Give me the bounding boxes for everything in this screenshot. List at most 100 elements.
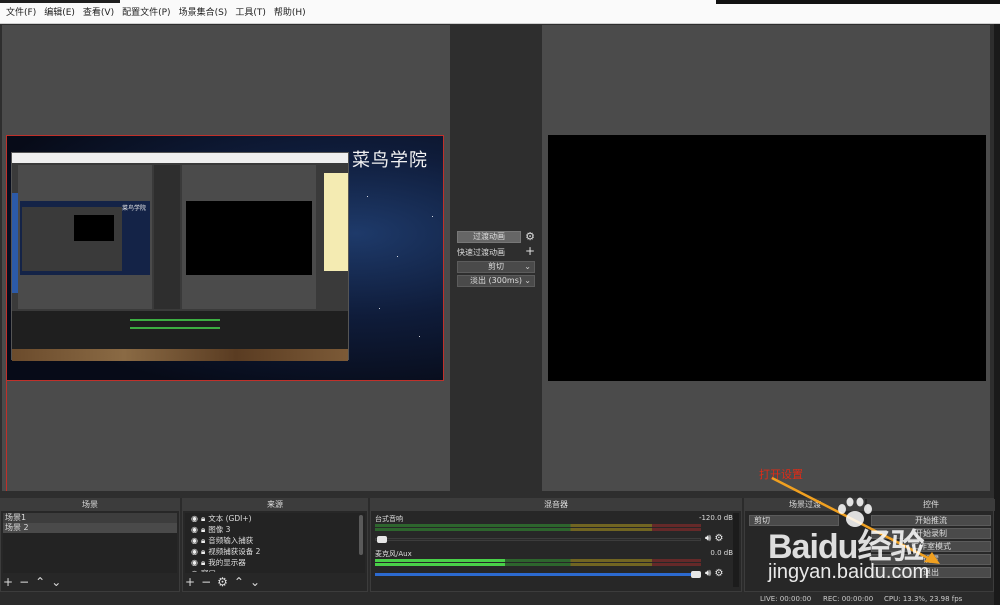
sources-toolbar: + − ⚙ ⌃ ⌄	[185, 575, 365, 589]
star	[367, 196, 368, 197]
chevron-down-icon: ⌄	[524, 276, 531, 285]
source-item[interactable]: ◉ 🔒︎ 视频捕获设备 2	[185, 546, 365, 557]
menu-profile[interactable]: 配置文件(P)	[118, 5, 174, 18]
overlay-title: 菜鸟学院	[352, 150, 428, 171]
eye-icon[interactable]: ◉	[191, 535, 198, 546]
chevron-down-icon[interactable]: ⌄	[250, 575, 260, 589]
lock-icon[interactable]: 🔒︎	[201, 546, 205, 557]
lock-icon[interactable]: 🔒︎	[201, 535, 205, 546]
sources-title: 来源	[183, 499, 367, 511]
scenes-list: 场景1 场景 2	[3, 513, 177, 573]
scene-transition-title: 场景过渡	[745, 499, 865, 511]
source-item[interactable]: ◉ 🔒︎ 我的显示器	[185, 557, 365, 568]
transition-button[interactable]: 过渡动画	[457, 231, 521, 243]
nested-taskbar	[12, 349, 348, 361]
volume-slider-handle[interactable]	[377, 536, 387, 543]
source-item[interactable]: ◉ 🔒︎ 图像 3	[185, 524, 365, 535]
volume-meter	[375, 528, 701, 531]
sources-scrollbar[interactable]	[359, 515, 363, 555]
transition-type-select[interactable]: 剪切 ⌄	[457, 261, 535, 273]
channel-db: 0.0 dB	[710, 549, 733, 557]
eye-icon[interactable]: ◉	[191, 557, 198, 568]
minus-icon[interactable]: −	[201, 575, 211, 589]
scene-transition-select[interactable]: 剪切	[749, 515, 839, 526]
source-label: 文本 (GDI+)	[208, 514, 252, 523]
nested-titlebar	[12, 153, 348, 163]
eye-icon[interactable]: ◉	[191, 546, 198, 557]
source-item[interactable]: ◉ 🔒︎ 音频输入捕获	[185, 535, 365, 546]
speaker-icon[interactable]: 🔊︎	[705, 533, 711, 544]
scene-item[interactable]: 场景1	[3, 513, 177, 523]
exit-button[interactable]: 退出	[871, 567, 991, 578]
source-label: 窗口	[201, 568, 216, 572]
star	[397, 256, 398, 257]
eye-icon[interactable]: ◉	[191, 524, 198, 535]
status-bar: LIVE: 00:00:00 REC: 00:00:00 CPU: 13.3%,…	[0, 592, 994, 605]
eye-icon[interactable]: ◉	[191, 568, 198, 572]
studio-mode-button[interactable]: 工作室模式	[871, 541, 991, 552]
source-label: 我的显示器	[208, 558, 246, 567]
live-status: LIVE: 00:00:00	[760, 595, 812, 603]
menu-tools[interactable]: 工具(T)	[231, 5, 270, 18]
mixer-channel-desktop: 台式音响 -120.0 dB 🔊︎ ⚙	[375, 514, 737, 544]
preview-canvas[interactable]: 菜鸟学院 菜鸟学院	[6, 135, 444, 381]
channel-name: 麦克风/Aux	[375, 550, 412, 558]
nested-program-black	[186, 201, 312, 275]
fade-duration-value: 淡出 (300ms)	[469, 276, 522, 285]
source-label: 视频捕获设备 2	[208, 547, 261, 556]
menu-file[interactable]: 文件(F)	[2, 5, 40, 18]
nested-meter	[130, 319, 220, 321]
scene-item[interactable]: 场景 2	[3, 523, 177, 533]
star	[419, 336, 420, 337]
nested-inner-title: 菜鸟学院	[122, 205, 147, 212]
star	[379, 308, 380, 309]
scenes-toolbar: + − ⌃ ⌄	[3, 575, 177, 589]
chevron-up-icon[interactable]: ⌃	[234, 575, 244, 589]
scenes-title: 场景	[1, 499, 179, 511]
gear-icon[interactable]: ⚙	[715, 533, 724, 544]
lock-icon[interactable]: 🔒︎	[201, 513, 205, 524]
menu-scene-collection[interactable]: 场景集合(S)	[175, 5, 232, 18]
cpu-status: CPU: 13.3%, 23.98 fps	[884, 595, 963, 603]
chevron-up-icon[interactable]: ⌃	[35, 575, 45, 589]
menu-view[interactable]: 查看(V)	[79, 5, 118, 18]
plus-icon[interactable]: +	[3, 575, 13, 589]
plus-icon[interactable]: +	[524, 245, 536, 257]
minus-icon[interactable]: −	[19, 575, 29, 589]
quick-transitions-label: 快速过渡动画	[457, 248, 505, 257]
chevron-down-icon[interactable]: ⌄	[51, 575, 61, 589]
title-strip-right	[716, 0, 1000, 4]
start-streaming-button[interactable]: 开始推流	[871, 515, 991, 526]
fade-duration-select[interactable]: 淡出 (300ms) ⌄	[457, 275, 535, 287]
channel-name: 台式音响	[375, 515, 403, 523]
controls-title: 控件	[867, 499, 995, 511]
menu-help[interactable]: 帮助(H)	[270, 5, 310, 18]
mixer-title: 混音器	[371, 499, 741, 511]
mixer-channel-icons: 🔊︎ ⚙	[705, 568, 723, 579]
gear-icon[interactable]: ⚙	[217, 575, 228, 589]
lock-icon[interactable]: 🔒︎	[201, 557, 205, 568]
gear-icon[interactable]: ⚙	[715, 568, 724, 579]
start-recording-button[interactable]: 开始录制	[871, 528, 991, 539]
speaker-icon[interactable]: 🔊︎	[705, 568, 711, 579]
source-item[interactable]: ◉窗口	[185, 568, 365, 572]
program-canvas[interactable]	[548, 135, 986, 381]
settings-button[interactable]: 设置	[871, 554, 991, 565]
scenes-dock: 场景 场景1 场景 2 + − ⌃ ⌄	[0, 498, 180, 592]
volume-slider-handle[interactable]	[691, 571, 701, 578]
plus-icon[interactable]: +	[185, 575, 195, 589]
volume-meter-level	[375, 563, 505, 566]
mixer-scrollbar[interactable]	[733, 513, 739, 587]
menu-edit[interactable]: 编辑(E)	[40, 5, 79, 18]
volume-slider[interactable]	[375, 538, 701, 541]
channel-db: -120.0 dB	[698, 514, 733, 522]
nested-inner-black	[74, 215, 114, 241]
gear-icon[interactable]: ⚙	[524, 231, 536, 243]
source-item[interactable]: ◉ 🔒︎ 文本 (GDI+)	[185, 513, 365, 524]
title-strip	[0, 0, 120, 3]
lock-icon[interactable]: 🔒︎	[201, 524, 205, 535]
annotation-label: 打开设置	[759, 468, 803, 481]
volume-slider[interactable]	[375, 573, 701, 576]
mixer-channel-mic: 麦克风/Aux 0.0 dB 🔊︎ ⚙	[375, 549, 737, 579]
eye-icon[interactable]: ◉	[191, 513, 198, 524]
